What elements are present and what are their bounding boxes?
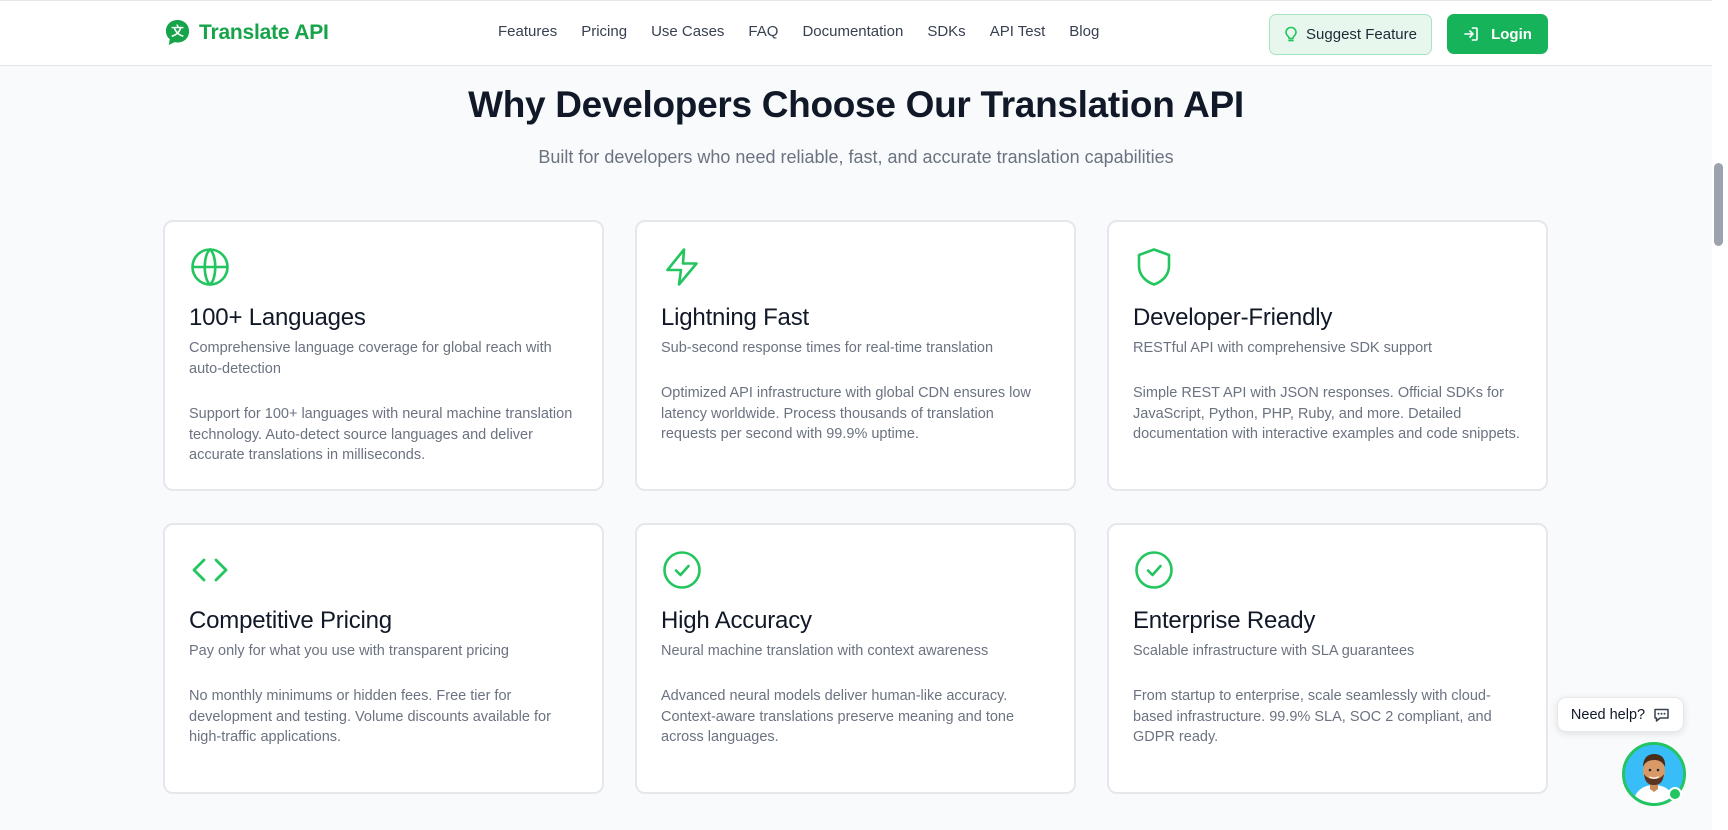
section-subtitle: Built for developers who need reliable, … (538, 147, 1174, 167)
online-status-dot (1668, 787, 1682, 801)
need-help-bubble[interactable]: Need help? (1557, 697, 1684, 732)
check-circle-icon (1135, 551, 1173, 589)
feature-card-enterprise: Enterprise Ready Scalable infrastructure… (1107, 523, 1548, 794)
nav-pricing[interactable]: Pricing (581, 23, 627, 40)
section-title: Why Developers Choose Our Translation AP… (468, 84, 1244, 125)
brand-link[interactable]: 文 Translate API (164, 18, 329, 47)
card-body: From startup to enterprise, scale seamle… (1133, 688, 1492, 745)
scrollbar-track[interactable] (1712, 0, 1728, 830)
lightning-icon (666, 248, 698, 286)
card-body: No monthly minimums or hidden fees. Free… (189, 688, 551, 745)
scrollbar-thumb[interactable] (1714, 163, 1723, 246)
card-title: 100+ Languages (189, 304, 366, 331)
svg-text:文: 文 (171, 23, 184, 38)
nav-features[interactable]: Features (498, 23, 557, 40)
card-subtitle: Comprehensive language coverage for glob… (189, 340, 552, 377)
login-button[interactable]: Login (1447, 14, 1548, 54)
need-help-label: Need help? (1570, 706, 1646, 723)
card-body: Support for 100+ languages with neural m… (189, 406, 573, 463)
shield-icon (1137, 248, 1171, 286)
globe-icon (191, 247, 229, 287)
card-subtitle: Pay only for what you use with transpare… (189, 643, 509, 659)
card-body: Advanced neural models deliver human-lik… (661, 688, 1015, 745)
card-subtitle: Neural machine translation with context … (661, 643, 989, 659)
feature-card-developer: Developer-Friendly RESTful API with comp… (1107, 220, 1548, 491)
chat-icon (1654, 708, 1669, 722)
login-icon (1464, 27, 1478, 41)
card-title: Competitive Pricing (189, 607, 392, 634)
brand-name: Translate API (199, 20, 329, 44)
nav-use-cases[interactable]: Use Cases (651, 23, 724, 40)
check-circle-icon (663, 551, 701, 589)
suggest-feature-button[interactable]: Suggest Feature (1269, 14, 1432, 55)
nav-api-test[interactable]: API Test (990, 23, 1046, 40)
feature-card-pricing: Competitive Pricing Pay only for what yo… (163, 523, 604, 794)
card-title: Lightning Fast (661, 304, 809, 331)
card-subtitle: RESTful API with comprehensive SDK suppo… (1133, 340, 1432, 356)
card-body: Optimized API infrastructure with global… (661, 385, 1031, 442)
card-subtitle: Sub-second response times for real-time … (661, 340, 994, 356)
nav-faq[interactable]: FAQ (748, 23, 778, 40)
feature-card-languages: 100+ Languages Comprehensive language co… (163, 220, 604, 491)
translate-logo-icon: 文 (165, 19, 190, 46)
card-subtitle: Scalable infrastructure with SLA guarant… (1133, 643, 1415, 659)
nav-documentation[interactable]: Documentation (802, 23, 903, 40)
card-title: Enterprise Ready (1133, 607, 1316, 634)
top-navbar: 文 Translate API Features Pricing Use Cas… (0, 0, 1712, 66)
suggest-feature-label: Suggest Feature (1306, 26, 1417, 43)
login-label: Login (1491, 25, 1532, 43)
nav-sdks[interactable]: SDKs (927, 23, 965, 40)
nav-blog[interactable]: Blog (1069, 23, 1099, 40)
feature-card-accuracy: High Accuracy Neural machine translation… (635, 523, 1076, 794)
lightbulb-icon (1285, 26, 1297, 42)
card-title: High Accuracy (661, 607, 812, 634)
feature-card-fast: Lightning Fast Sub-second response times… (635, 220, 1076, 491)
main-nav: Features Pricing Use Cases FAQ Documenta… (498, 23, 1123, 40)
card-title: Developer-Friendly (1133, 304, 1333, 331)
card-body: Simple REST API with JSON responses. Off… (1133, 385, 1520, 442)
code-icon (192, 558, 228, 582)
